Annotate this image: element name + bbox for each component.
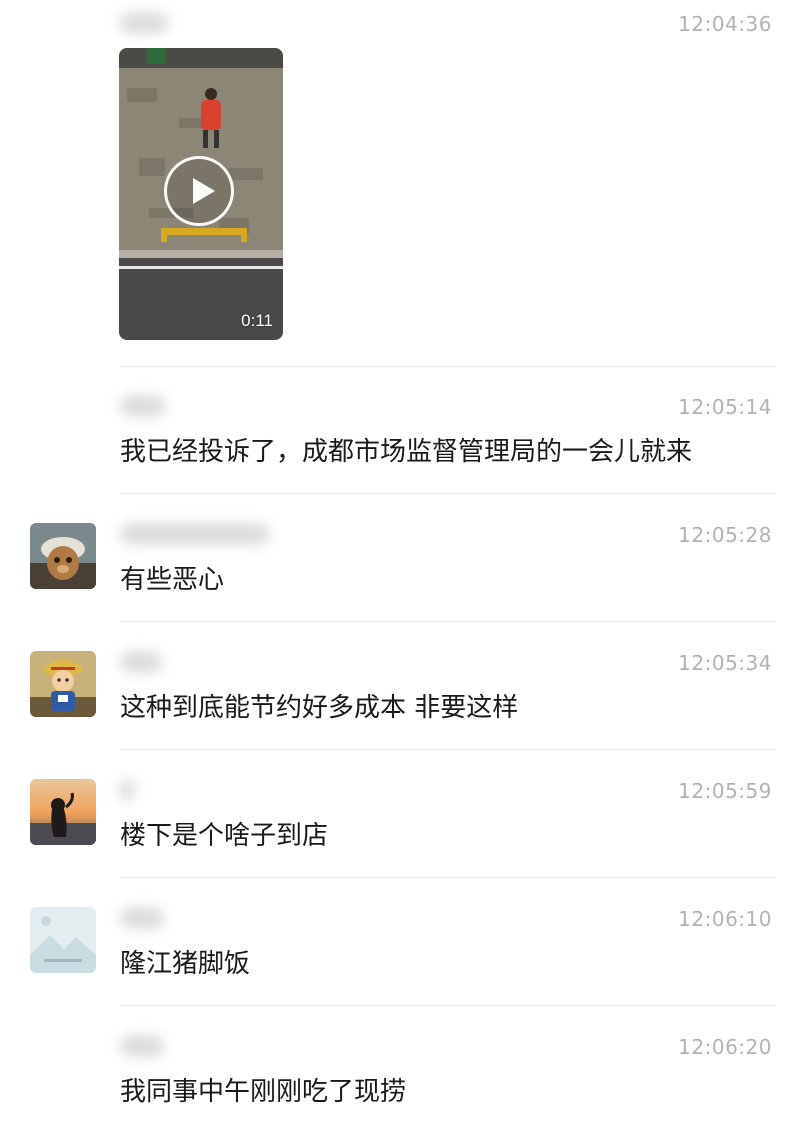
message-text: 楼下是个啥子到店 (120, 821, 329, 851)
message-text: 有些恶心 (120, 565, 225, 595)
chat-message: 12:05:14 我已经投诉了，成都市场监督管理局的一会儿就来 (0, 367, 794, 494)
message-timestamp: 12:05:14 (678, 395, 772, 419)
avatar[interactable] (30, 523, 96, 589)
chat-message: 12:06:10 隆江猪脚饭 (0, 878, 794, 1006)
message-timestamp: 12:06:20 (678, 1035, 772, 1059)
sender-name-blurred (120, 395, 166, 417)
play-icon[interactable] (164, 156, 234, 226)
chat-message: 12:05:28 有些恶心 (0, 494, 794, 622)
sender-name-blurred (120, 523, 270, 545)
message-timestamp: 12:04:36 (678, 12, 772, 36)
message-timestamp: 12:05:28 (678, 523, 772, 547)
sender-name-blurred (120, 907, 164, 929)
sender-name-blurred (120, 12, 168, 34)
message-timestamp: 12:05:59 (678, 779, 772, 803)
avatar-image (30, 523, 96, 589)
message-text: 这种到底能节约好多成本 非要这样 (120, 693, 519, 723)
message-text: 我已经投诉了，成都市场监督管理局的一会儿就来 (120, 437, 693, 467)
chat-message: 12:05:59 楼下是个啥子到店 (0, 750, 794, 878)
avatar[interactable] (30, 779, 96, 845)
avatar-image (30, 779, 96, 845)
sender-name-blurred (120, 651, 162, 673)
avatar-image (30, 907, 96, 973)
chat-message-video: 12:04:36 0:11 (0, 0, 794, 367)
avatar[interactable] (30, 907, 96, 973)
message-text: 我同事中午刚刚吃了现捞 (120, 1077, 407, 1107)
sender-name-blurred (120, 1035, 164, 1057)
video-duration: 0:11 (241, 311, 273, 330)
chat-message: 12:06:20 我同事中午刚刚吃了现捞 (0, 1006, 794, 1130)
message-timestamp: 12:06:10 (678, 907, 772, 931)
message-text: 隆江猪脚饭 (120, 949, 251, 979)
chat-message: 12:05:34 这种到底能节约好多成本 非要这样 (0, 622, 794, 750)
video-thumbnail[interactable]: 0:11 (119, 48, 283, 340)
message-timestamp: 12:05:34 (678, 651, 772, 675)
avatar[interactable] (30, 651, 96, 717)
sender-name-blurred (120, 779, 134, 801)
avatar-image (30, 651, 96, 717)
